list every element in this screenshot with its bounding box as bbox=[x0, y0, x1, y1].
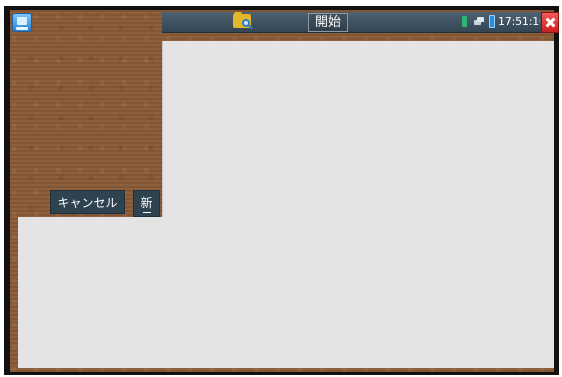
app-icon[interactable] bbox=[12, 13, 32, 32]
new-button[interactable]: 新 bbox=[133, 190, 160, 217]
magnifier-handle bbox=[248, 24, 253, 30]
app-icon-base bbox=[16, 27, 28, 30]
cancel-button[interactable]: キャンセル bbox=[50, 190, 125, 214]
status-indicator-icon bbox=[462, 16, 467, 27]
new-button-label: 新 bbox=[140, 196, 153, 210]
clock-time: 17:51:10 bbox=[498, 15, 540, 28]
new-button-underline bbox=[143, 212, 151, 213]
page-title: 開始 bbox=[308, 13, 348, 32]
close-icon[interactable] bbox=[541, 12, 559, 33]
device-icon bbox=[474, 17, 484, 26]
bottom-panel[interactable] bbox=[18, 217, 554, 368]
folder-search-icon[interactable] bbox=[233, 12, 253, 30]
device-icon-back bbox=[477, 17, 484, 22]
app-icon-screen bbox=[17, 17, 27, 25]
battery-icon bbox=[489, 15, 495, 28]
